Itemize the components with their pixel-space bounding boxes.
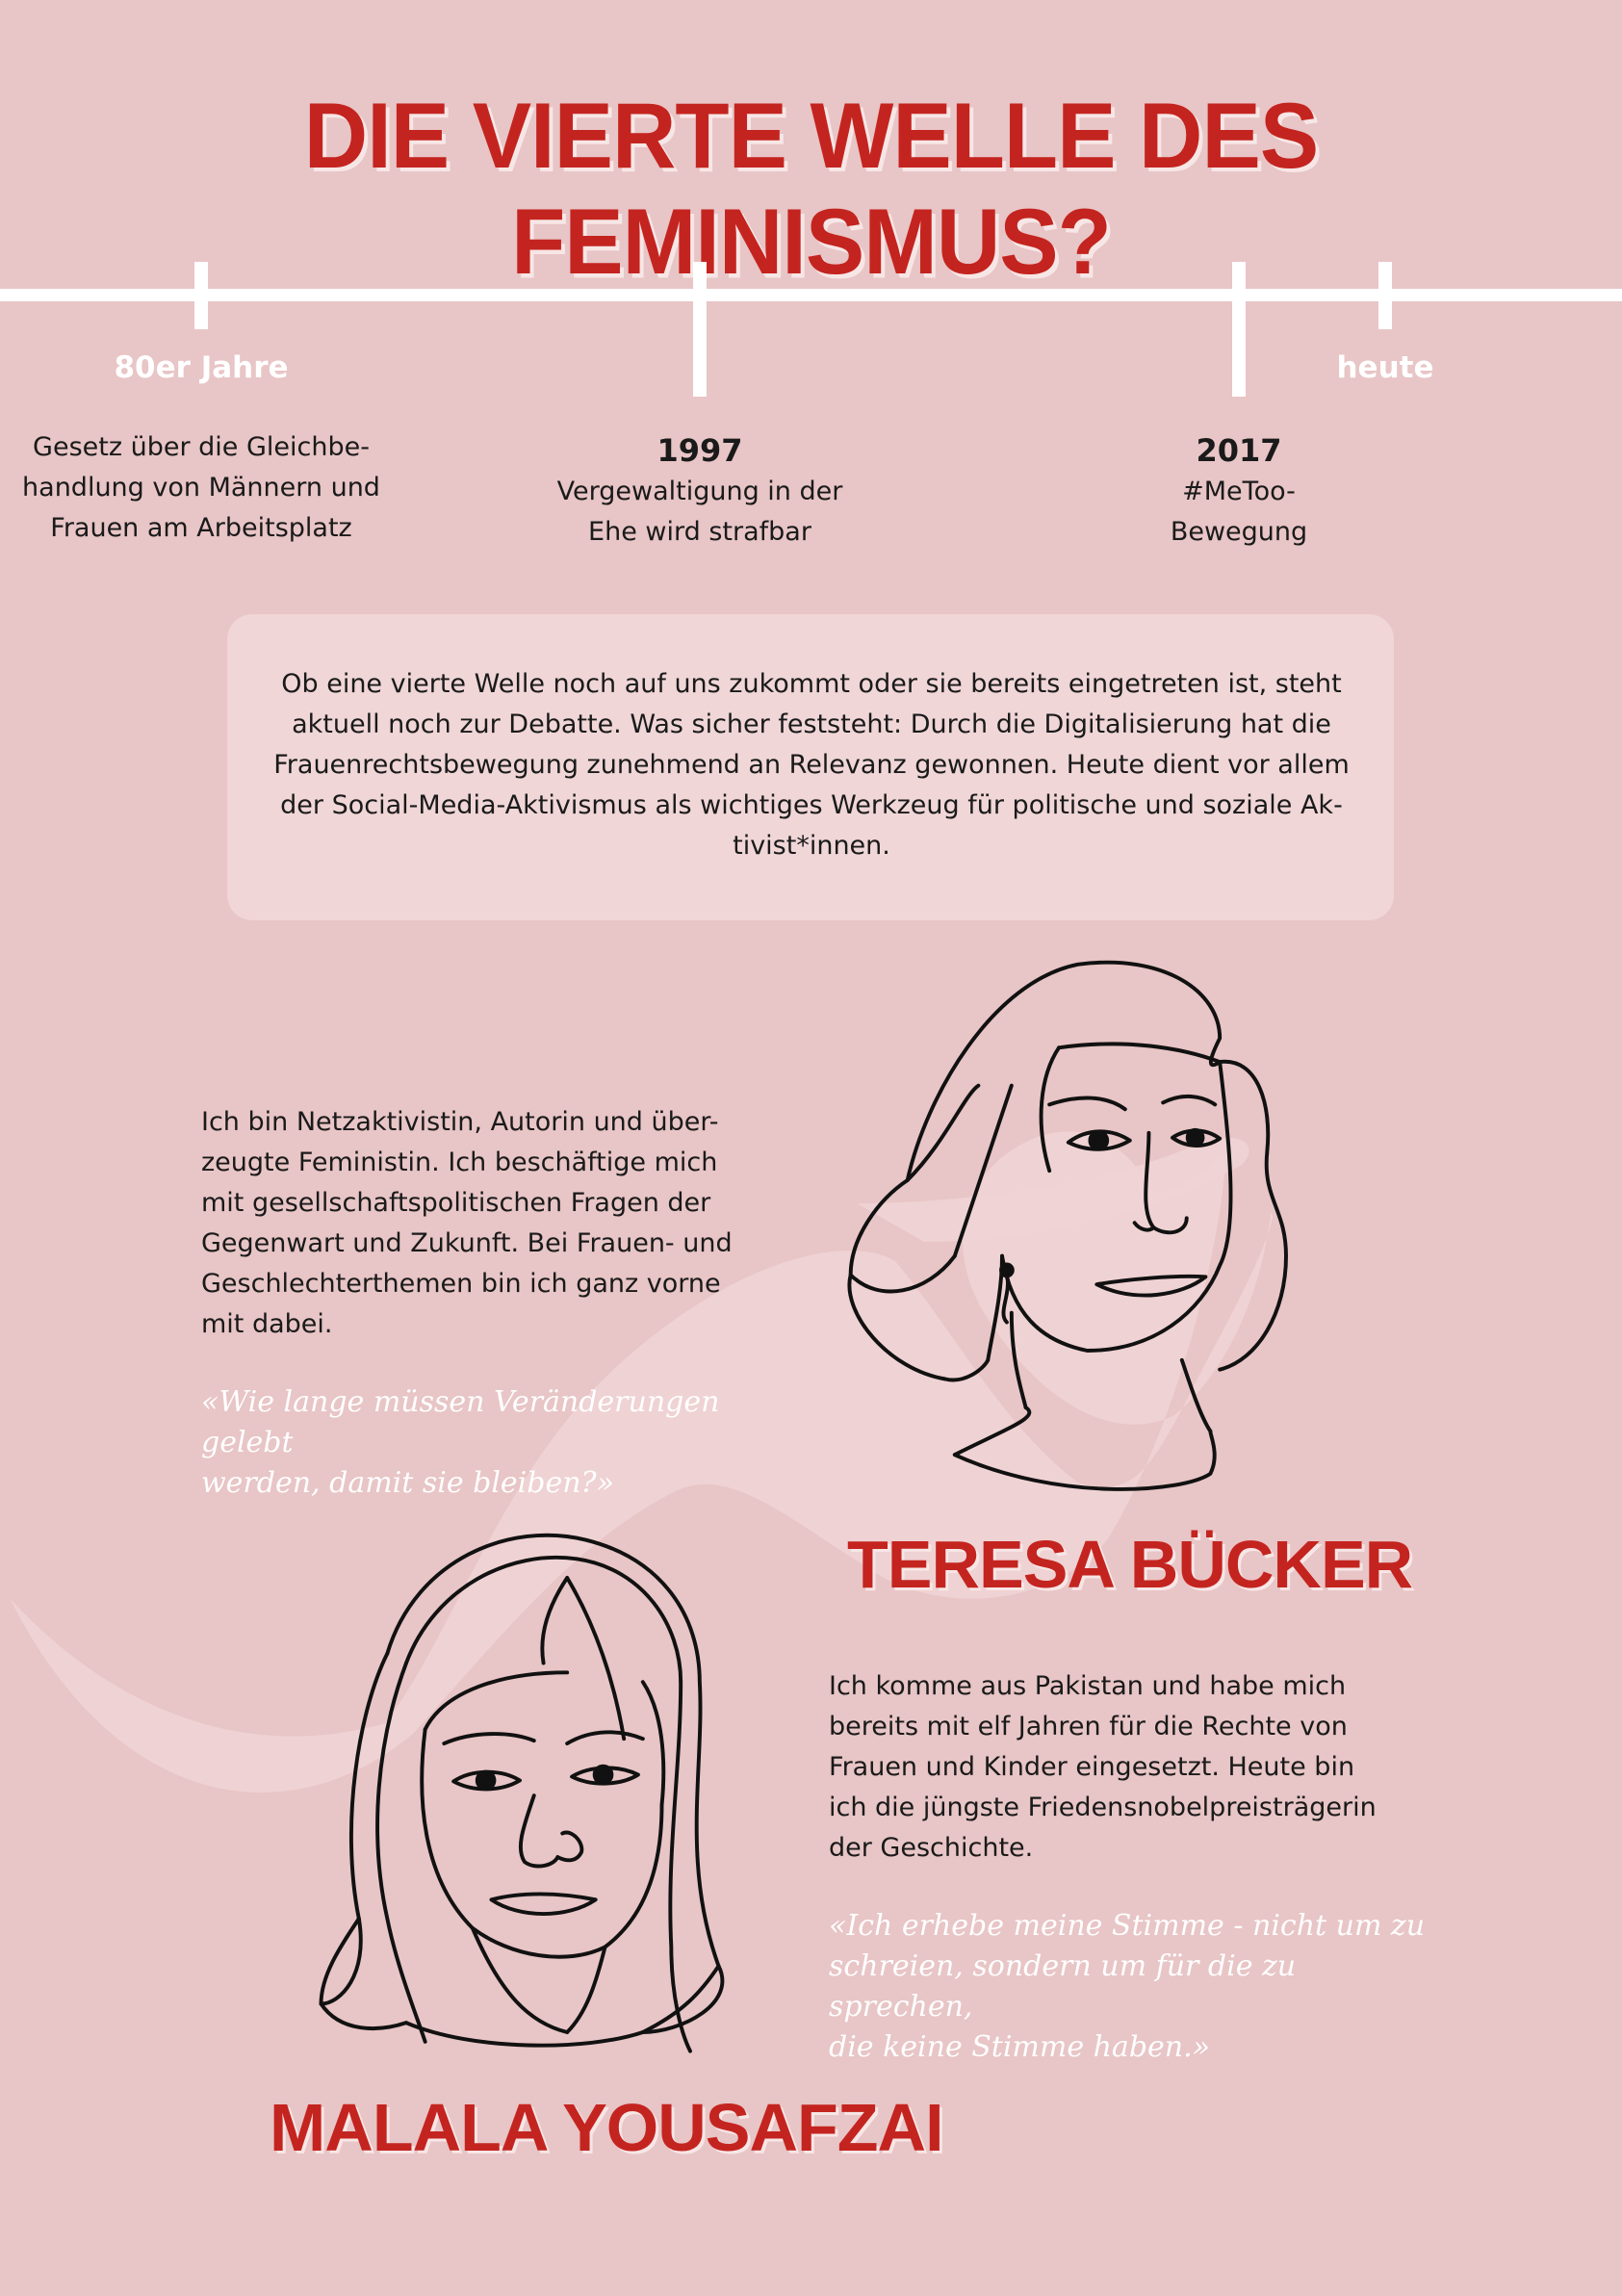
timeline-event-2: 1997 Vergewaltigung in der Ehe wird stra… xyxy=(517,429,883,553)
timeline-tick-2017 xyxy=(1232,262,1246,397)
malala-portrait-icon xyxy=(319,1533,725,2053)
timeline-tick-start xyxy=(194,262,208,329)
timeline-tick-1997 xyxy=(693,262,707,397)
timeline-event-text: Vergewaltigung in der Ehe wird strafbar xyxy=(556,477,843,547)
timeline-event-year: 2017 xyxy=(1196,432,1282,469)
timeline-event-year: 1997 xyxy=(657,432,743,469)
teresa-portrait-icon xyxy=(847,960,1288,1491)
timeline-event-text: #MeToo- Bewegung xyxy=(1170,477,1308,547)
timeline-end-label: heute xyxy=(1336,350,1434,385)
timeline-tick-end xyxy=(1378,262,1392,329)
teresa-name: TERESA BÜCKER xyxy=(847,1527,1413,1602)
malala-name: MALALA YOUSAFZAI xyxy=(270,2090,944,2165)
teresa-quote: «Wie lange müssen Veränderungen gelebt w… xyxy=(201,1385,720,1500)
timeline-event-text: Gesetz über die Gleichbe- handlung von M… xyxy=(22,432,380,543)
timeline-event-1: Gesetz über die Gleichbe- handlung von M… xyxy=(18,427,384,549)
timeline-start-label: 80er Jahre xyxy=(114,350,289,385)
timeline-event-3: 2017 #MeToo- Bewegung xyxy=(1056,429,1422,553)
teresa-bio: Ich bin Netzaktivistin, Autorin und über… xyxy=(201,1107,733,1339)
infographic-page: DIE VIERTE WELLE DES FEMINISMUS? 80er Ja… xyxy=(0,0,1622,2296)
malala-bio: Ich komme aus Pakistan und habe mich ber… xyxy=(829,1671,1377,1863)
intro-text: Ob eine vierte Welle noch auf uns zukomm… xyxy=(273,669,1350,861)
malala-quote: «Ich erhebe meine Stimme - nicht um zu s… xyxy=(829,1909,1426,2064)
